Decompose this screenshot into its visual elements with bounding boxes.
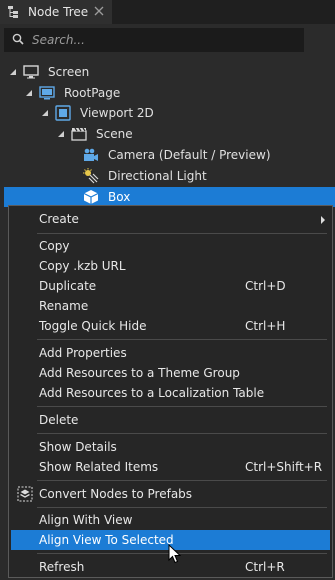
- tree-item-label: Scene: [96, 127, 133, 141]
- search-input[interactable]: [30, 32, 284, 48]
- menu-separator: [37, 507, 327, 508]
- tree-item-label: RootPage: [64, 86, 121, 100]
- menu-item-add-resources-theme-group[interactable]: Add Resources to a Theme Group: [11, 363, 330, 383]
- context-menu: Create Copy Copy .kzb URL Duplicate Ctrl…: [8, 205, 333, 578]
- menu-item-label: Show Details: [39, 440, 117, 454]
- menu-item-label: Delete: [39, 413, 79, 427]
- menu-item-shortcut: Ctrl+Shift+R: [245, 460, 323, 474]
- menu-item-label: Rename: [39, 299, 89, 313]
- tree-item-label: Viewport 2D: [80, 106, 154, 120]
- menu-separator: [37, 339, 327, 340]
- menu-item-label: Create: [39, 212, 79, 226]
- menu-item-delete[interactable]: Delete: [11, 410, 330, 430]
- tree-item-directional-light[interactable]: Directional Light: [0, 166, 335, 186]
- tree-item-viewport-2d[interactable]: Viewport 2D: [0, 103, 335, 123]
- camera-icon: [82, 146, 100, 164]
- tree-item-label: Screen: [48, 65, 90, 79]
- tree-item-label: Box: [108, 190, 131, 204]
- menu-item-label: Add Resources to a Theme Group: [39, 366, 240, 380]
- menu-item-shortcut: Ctrl+H: [245, 319, 286, 333]
- menu-item-convert-nodes-to-prefabs[interactable]: Convert Nodes to Prefabs: [11, 484, 330, 504]
- monitor-icon: [22, 63, 40, 81]
- menu-item-label: Add Properties: [39, 346, 127, 360]
- menu-item-rename[interactable]: Rename: [11, 296, 330, 316]
- menu-item-show-related-items[interactable]: Show Related Items Ctrl+Shift+R: [11, 457, 330, 477]
- tree-item-label: Directional Light: [108, 169, 207, 183]
- menu-item-label: Toggle Quick Hide: [39, 319, 147, 333]
- prefab-icon: [17, 486, 33, 502]
- menu-item-label: Copy .kzb URL: [39, 259, 126, 273]
- menu-item-align-with-view[interactable]: Align With View: [11, 510, 330, 530]
- light-icon: [82, 167, 100, 185]
- menu-separator: [37, 406, 327, 407]
- search-box[interactable]: [4, 28, 304, 52]
- menu-item-label: Convert Nodes to Prefabs: [39, 487, 193, 501]
- close-icon[interactable]: [92, 4, 106, 18]
- scene-icon: [70, 125, 88, 143]
- menu-separator: [37, 553, 327, 554]
- menu-item-shortcut: Ctrl+R: [245, 560, 285, 574]
- menu-item-label: Align View To Selected: [39, 533, 174, 547]
- tab-node-tree[interactable]: Node Tree: [0, 0, 112, 24]
- menu-item-toggle-quick-hide[interactable]: Toggle Quick Hide Ctrl+H: [11, 316, 330, 336]
- tree-item-camera[interactable]: Camera (Default / Preview): [0, 145, 335, 165]
- menu-item-add-resources-localization-table[interactable]: Add Resources to a Localization Table: [11, 383, 330, 403]
- menu-item-shortcut: Ctrl+D: [245, 279, 286, 293]
- expand-arrow-icon[interactable]: [40, 108, 50, 118]
- expand-arrow-icon[interactable]: [8, 67, 18, 77]
- menu-item-show-details[interactable]: Show Details: [11, 437, 330, 457]
- menu-separator: [37, 233, 327, 234]
- search-icon: [12, 33, 24, 48]
- menu-item-add-properties[interactable]: Add Properties: [11, 343, 330, 363]
- expand-arrow-icon[interactable]: [24, 88, 34, 98]
- tab-title: Node Tree: [28, 5, 89, 19]
- expand-arrow-icon[interactable]: [56, 129, 66, 139]
- menu-item-label: Show Related Items: [39, 460, 159, 474]
- menu-item-label: Duplicate: [39, 279, 97, 293]
- viewport-icon: [54, 104, 72, 122]
- menu-separator: [37, 480, 327, 481]
- mouse-cursor-icon: [168, 543, 182, 567]
- menu-item-duplicate[interactable]: Duplicate Ctrl+D: [11, 276, 330, 296]
- box-icon: [82, 188, 100, 206]
- submenu-arrow-icon: [320, 214, 326, 228]
- page-icon: [38, 84, 56, 102]
- tree-item-box[interactable]: Box: [4, 187, 335, 207]
- menu-item-copy-kzb-url[interactable]: Copy .kzb URL: [11, 256, 330, 276]
- menu-item-label: Add Resources to a Localization Table: [39, 386, 265, 400]
- node-tree-icon: [6, 4, 22, 20]
- menu-item-label: Copy: [39, 239, 70, 253]
- tree-item-screen[interactable]: Screen: [0, 62, 335, 82]
- tree-item-scene[interactable]: Scene: [0, 124, 335, 144]
- menu-item-create[interactable]: Create: [11, 209, 330, 229]
- menu-item-copy[interactable]: Copy: [11, 236, 330, 256]
- tree-item-rootpage[interactable]: RootPage: [0, 83, 335, 103]
- menu-separator: [37, 433, 327, 434]
- menu-item-label: Align With View: [39, 513, 133, 527]
- menu-item-label: Refresh: [39, 560, 85, 574]
- tree-item-label: Camera (Default / Preview): [108, 148, 271, 162]
- panel-tab-strip: Node Tree: [0, 0, 335, 24]
